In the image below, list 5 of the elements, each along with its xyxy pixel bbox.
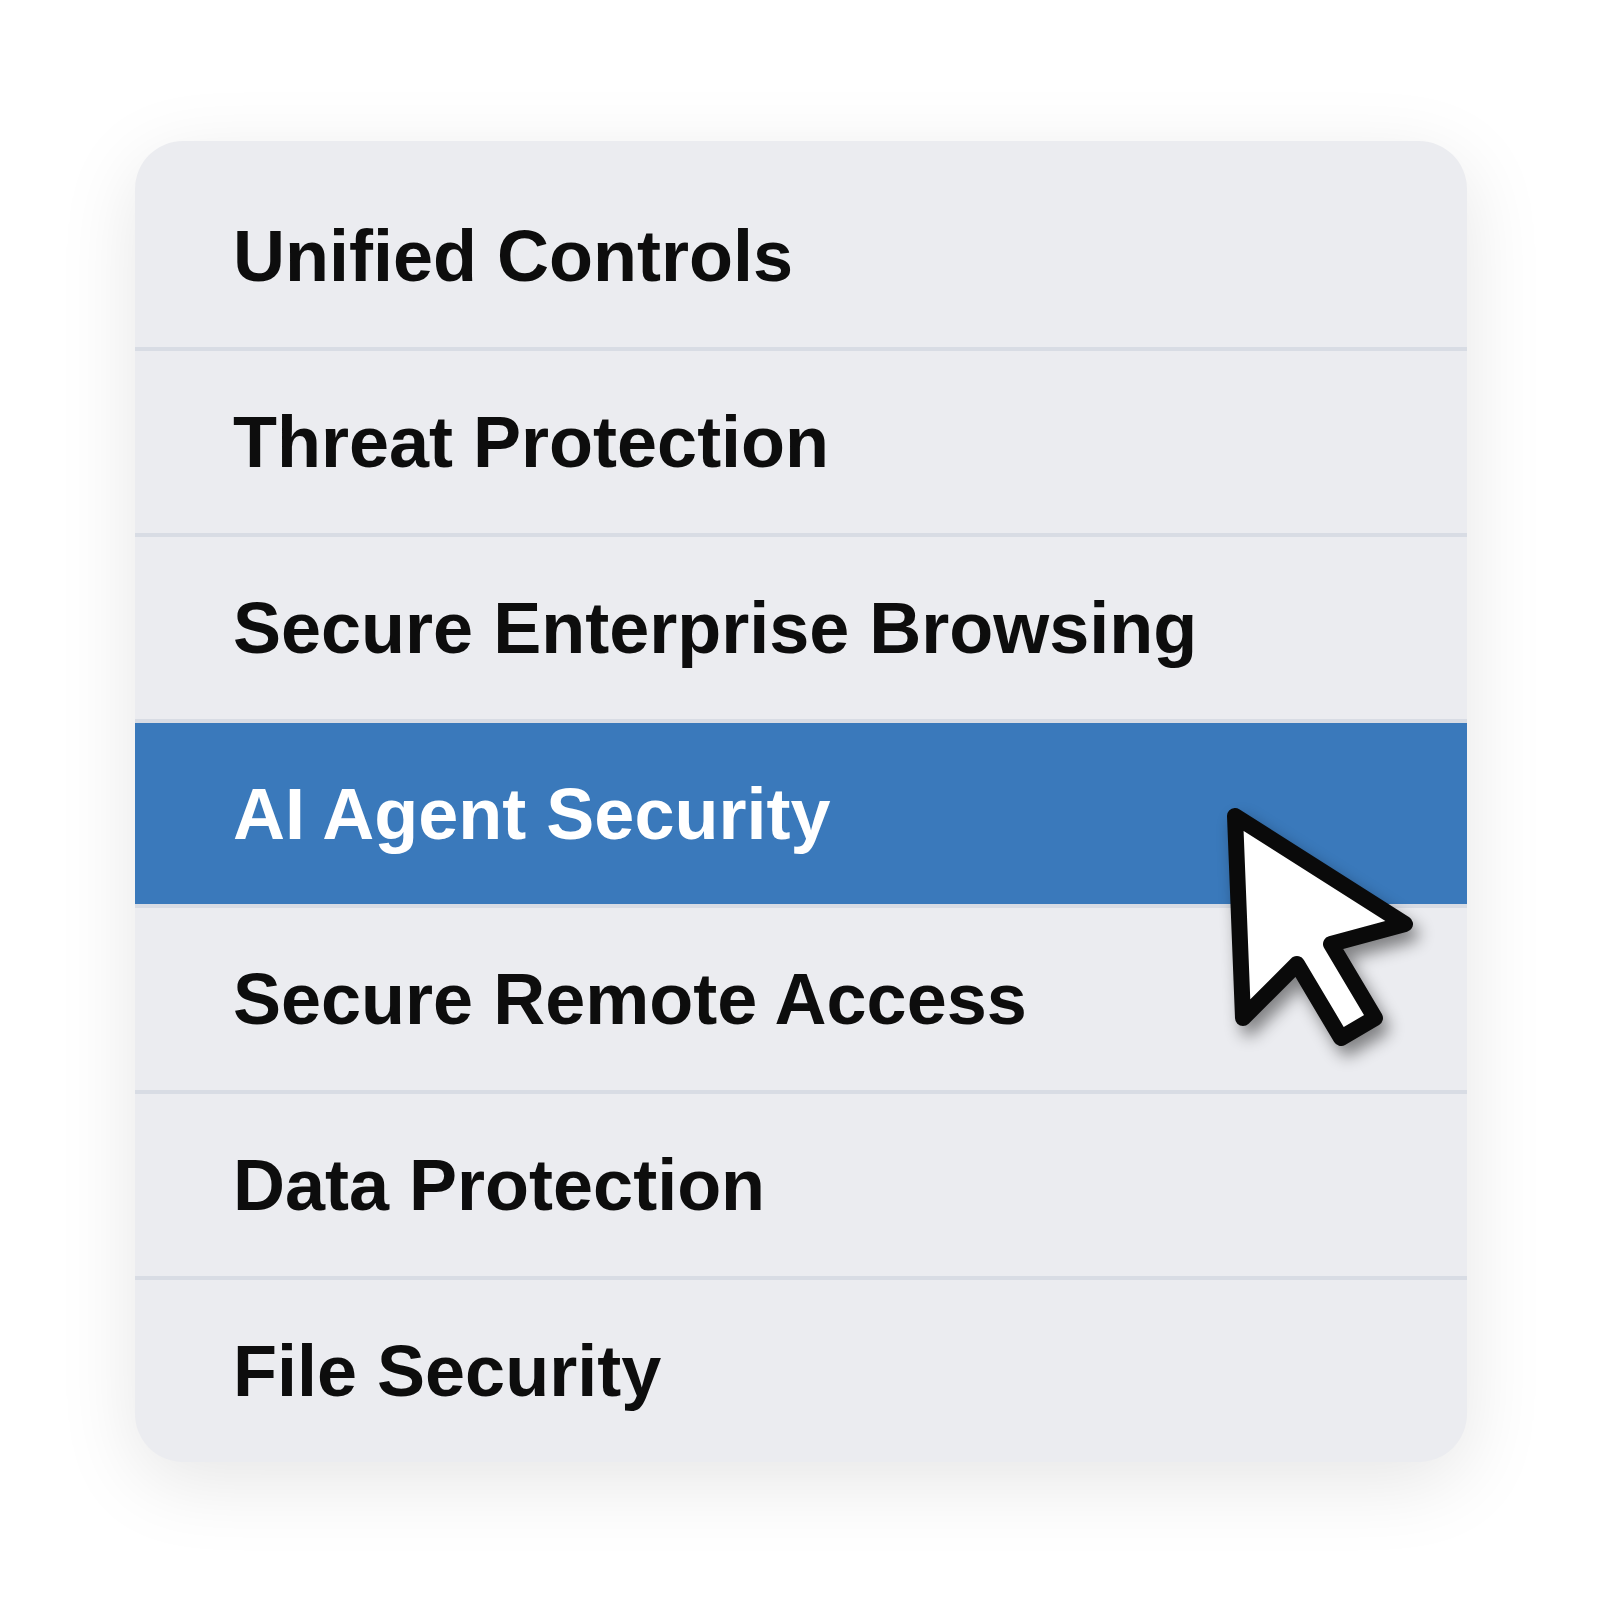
menu-item[interactable]: File Security [135, 1276, 1467, 1462]
menu-item[interactable]: AI Agent Security [135, 718, 1467, 905]
menu-item[interactable]: Threat Protection [135, 346, 1467, 533]
menu-item[interactable]: Data Protection [135, 1090, 1467, 1277]
menu-item[interactable]: Unified Controls [135, 141, 1467, 347]
